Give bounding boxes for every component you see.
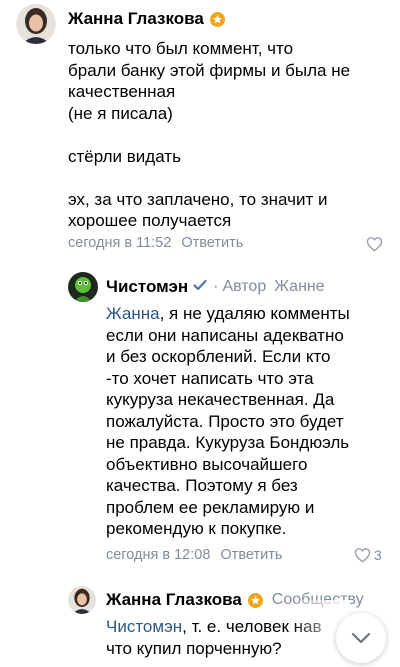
- reply-button[interactable]: Ответить: [181, 235, 243, 251]
- author-role: Автор: [222, 278, 267, 295]
- scroll-down-button[interactable]: [336, 613, 386, 663]
- author-name[interactable]: Жанна Глазкова: [68, 9, 204, 29]
- reply-to[interactable]: Жанне: [274, 278, 324, 296]
- comment-text: только что был коммент, что брали банку …: [68, 39, 351, 230]
- chevron-down-icon: [351, 632, 371, 644]
- avatar[interactable]: [68, 586, 96, 614]
- star-badge-icon: [247, 592, 263, 608]
- separator-dot: ·: [213, 278, 219, 295]
- star-badge-icon: [209, 11, 225, 27]
- like-button[interactable]: [366, 236, 383, 252]
- comment-time[interactable]: сегодня в 12:08: [106, 547, 210, 563]
- author-name[interactable]: Чистомэн: [106, 277, 188, 297]
- avatar[interactable]: [68, 272, 98, 302]
- reply-button[interactable]: Ответить: [220, 547, 282, 563]
- heart-outline-icon: [366, 237, 383, 252]
- author-name[interactable]: Жанна Глазкова: [106, 590, 242, 610]
- comment-time[interactable]: сегодня в 11:52: [68, 235, 171, 251]
- avatar[interactable]: [16, 4, 56, 44]
- like-count: 3: [374, 547, 382, 563]
- heart-outline-icon: [354, 548, 371, 563]
- mention-link[interactable]: Чистомэн: [106, 617, 182, 636]
- checkmark-icon: [193, 278, 207, 296]
- like-button[interactable]: 3: [354, 547, 382, 563]
- mention-link[interactable]: Жанна: [106, 304, 160, 323]
- comment-body: , я не удаляю комменты если они написаны…: [106, 304, 350, 538]
- comment-text: Жанна, я не удаляю комменты если они нап…: [106, 303, 391, 540]
